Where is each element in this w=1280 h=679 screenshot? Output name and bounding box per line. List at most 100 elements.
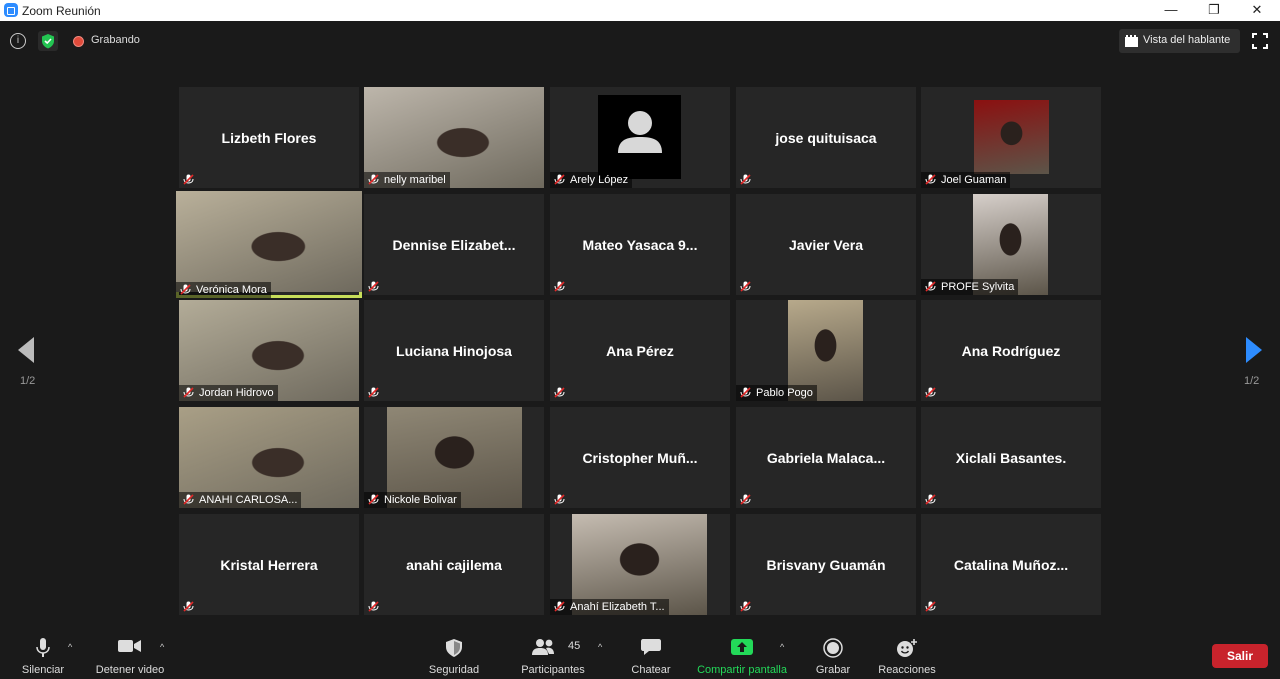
- participant-display-name: Brisvany Guamán: [766, 557, 886, 573]
- participant-tile[interactable]: Ana Rodríguez: [921, 300, 1101, 401]
- leave-meeting-button[interactable]: Salir: [1212, 644, 1268, 668]
- share-screen-label: Compartir pantalla: [697, 664, 787, 676]
- chat-button[interactable]: Chatear: [626, 630, 676, 679]
- participant-display-name: Dennise Elizabet...: [392, 237, 516, 253]
- security-button[interactable]: Seguridad: [424, 630, 484, 679]
- muted-microphone-icon: [554, 601, 565, 612]
- participant-tile[interactable]: Mateo Yasaca 9...: [550, 194, 730, 295]
- mute-label: Silenciar: [21, 664, 65, 676]
- participant-tile[interactable]: Cristopher Muñ...: [550, 407, 730, 508]
- close-button[interactable]: ✕: [1235, 0, 1279, 21]
- video-options-caret-icon[interactable]: ^: [160, 642, 164, 652]
- share-options-caret-icon[interactable]: ^: [780, 642, 784, 652]
- muted-microphone-icon: [740, 494, 751, 505]
- participant-label-text: ANAHI CARLOSA...: [199, 494, 298, 506]
- muted-microphone-icon: [740, 601, 751, 612]
- participant-tile[interactable]: jose quituisaca: [736, 87, 916, 188]
- participant-label-text: Verónica Mora: [196, 284, 267, 296]
- participant-label-text: Joel Guaman: [941, 174, 1007, 186]
- next-page-arrow-icon[interactable]: [1246, 337, 1262, 363]
- participant-tile[interactable]: Dennise Elizabet...: [364, 194, 544, 295]
- muted-microphone-icon: [740, 281, 751, 292]
- participant-display-name: Xiclali Basantes.: [955, 450, 1067, 466]
- participant-tile[interactable]: anahi cajilema: [364, 514, 544, 615]
- muted-microphone-icon: [368, 387, 379, 398]
- audio-options-caret-icon[interactable]: ^: [68, 642, 72, 652]
- reactions-button[interactable]: Reacciones: [876, 630, 938, 679]
- window-titlebar: Zoom Reunión — ❐ ✕: [0, 0, 1280, 21]
- muted-microphone-icon: [183, 601, 194, 612]
- participant-display-name: Ana Pérez: [606, 343, 674, 359]
- participant-video-feed: [974, 100, 1049, 174]
- microphone-icon: [36, 638, 50, 657]
- recording-icon: [73, 36, 84, 47]
- participant-tile[interactable]: ANAHI CARLOSA...: [179, 407, 359, 508]
- participant-tile[interactable]: Arely López: [550, 87, 730, 188]
- participant-tile[interactable]: Xiclali Basantes.: [921, 407, 1101, 508]
- participant-display-name: Lizbeth Flores: [221, 130, 317, 146]
- participant-tile[interactable]: Kristal Herrera: [179, 514, 359, 615]
- participant-label-text: Nickole Bolivar: [384, 494, 457, 506]
- participant-display-name: Luciana Hinojosa: [396, 343, 512, 359]
- participant-tile[interactable]: Gabriela Malaca...: [736, 407, 916, 508]
- page-indicator-left: 1/2: [20, 375, 36, 387]
- muted-microphone-icon: [740, 174, 751, 185]
- share-screen-button[interactable]: Compartir pantalla: [692, 630, 792, 679]
- participant-tile[interactable]: nelly maribel: [364, 87, 544, 188]
- participant-tile[interactable]: Ana Pérez: [550, 300, 730, 401]
- participants-options-caret-icon[interactable]: ^: [598, 642, 602, 652]
- participant-tile[interactable]: Javier Vera: [736, 194, 916, 295]
- participant-tile[interactable]: PROFE Sylvita: [921, 194, 1101, 295]
- participant-tile[interactable]: Luciana Hinojosa: [364, 300, 544, 401]
- muted-microphone-icon: [925, 387, 936, 398]
- participant-tile[interactable]: Nickole Bolivar: [364, 407, 544, 508]
- muted-microphone-icon: [925, 174, 936, 185]
- participant-tile[interactable]: Catalina Muñoz...: [921, 514, 1101, 615]
- minimize-button[interactable]: —: [1149, 0, 1193, 21]
- participants-icon: [532, 639, 554, 655]
- participant-tile[interactable]: Pablo Pogo: [736, 300, 916, 401]
- participant-display-name: Cristopher Muñ...: [582, 450, 698, 466]
- restore-button[interactable]: ❐: [1192, 0, 1236, 21]
- muted-microphone-icon: [554, 174, 565, 185]
- speaker-view-label: Vista del hablante: [1143, 34, 1231, 46]
- participant-label-text: Anahí Elizabeth T...: [570, 601, 665, 613]
- participant-tile[interactable]: Anahí Elizabeth T...: [550, 514, 730, 615]
- mute-button[interactable]: Silenciar: [14, 630, 72, 679]
- participant-label-text: Arely López: [570, 174, 629, 186]
- participant-display-name: Javier Vera: [789, 237, 863, 253]
- participant-tile[interactable]: Brisvany Guamán: [736, 514, 916, 615]
- participant-display-name: Catalina Muñoz...: [953, 557, 1069, 573]
- participant-tile[interactable]: Lizbeth Flores: [179, 87, 359, 188]
- security-label: Seguridad: [428, 664, 480, 676]
- muted-microphone-icon: [925, 494, 936, 505]
- participant-tile[interactable]: Jordan Hidrovo: [179, 300, 359, 401]
- participants-label: Participantes: [521, 664, 585, 676]
- info-icon[interactable]: i: [10, 33, 26, 49]
- speaker-view-button[interactable]: Vista del hablante: [1119, 29, 1240, 53]
- participant-display-name: jose quituisaca: [775, 130, 877, 146]
- previous-page-arrow-icon[interactable]: [18, 337, 34, 363]
- participant-label-text: Pablo Pogo: [756, 387, 813, 399]
- window-title: Zoom Reunión: [22, 4, 101, 18]
- participants-count: 45: [568, 640, 581, 652]
- participant-tile[interactable]: Joel Guaman: [921, 87, 1101, 188]
- zoom-logo-icon: [4, 3, 18, 17]
- record-button[interactable]: Grabar: [808, 630, 858, 679]
- muted-microphone-icon: [180, 284, 191, 295]
- muted-microphone-icon: [554, 494, 565, 505]
- muted-microphone-icon: [925, 281, 936, 292]
- default-avatar-icon: [598, 95, 681, 179]
- muted-microphone-icon: [740, 387, 751, 398]
- participant-tile[interactable]: Verónica Mora: [176, 191, 362, 298]
- muted-microphone-icon: [554, 281, 565, 292]
- record-icon: [823, 638, 843, 658]
- participant-name-label: Anahí Elizabeth T...: [550, 599, 669, 615]
- encryption-shield-icon[interactable]: [38, 31, 58, 51]
- muted-microphone-icon: [925, 601, 936, 612]
- stop-video-button[interactable]: Detener video: [94, 630, 166, 679]
- muted-microphone-icon: [368, 174, 379, 185]
- fullscreen-icon[interactable]: [1252, 33, 1268, 49]
- muted-microphone-icon: [368, 494, 379, 505]
- participants-button[interactable]: 45 Participantes: [518, 630, 588, 679]
